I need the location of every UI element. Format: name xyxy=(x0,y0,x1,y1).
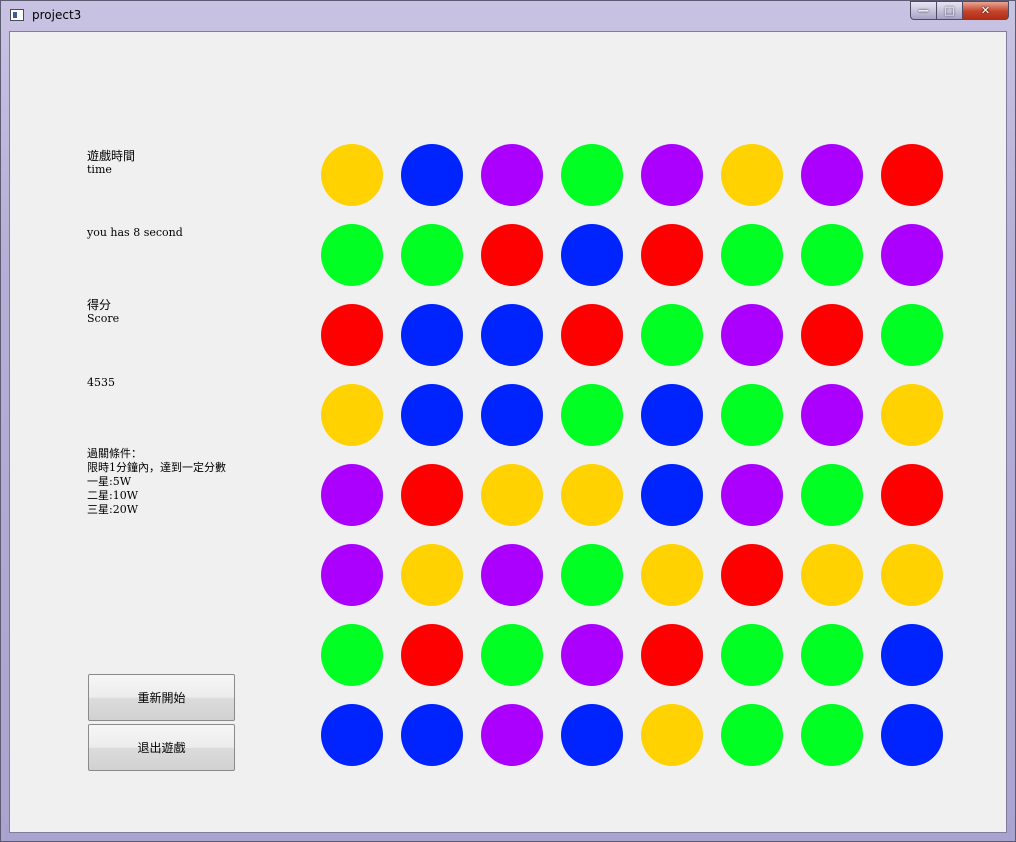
game-dot-blue[interactable] xyxy=(401,144,463,206)
game-dot-green[interactable] xyxy=(641,304,703,366)
game-area: 遊戲時間 time you has 8 second 得分 Score 4535… xyxy=(9,31,1007,833)
game-dot-green[interactable] xyxy=(801,704,863,766)
game-dot-green[interactable] xyxy=(801,224,863,286)
game-dot-yellow[interactable] xyxy=(401,544,463,606)
close-button[interactable]: ✕ xyxy=(963,1,1009,20)
game-dot-green[interactable] xyxy=(721,704,783,766)
app-window: project3 — □ ✕ 遊戲時間 time you has 8 secon… xyxy=(0,0,1016,842)
game-board xyxy=(312,135,952,775)
game-dot-blue[interactable] xyxy=(641,464,703,526)
game-dot-blue[interactable] xyxy=(481,384,543,446)
game-dot-green[interactable] xyxy=(721,224,783,286)
game-dot-blue[interactable] xyxy=(401,304,463,366)
game-dot-purple[interactable] xyxy=(801,384,863,446)
conditions-rule: 限時1分鐘內，達到一定分數 xyxy=(87,461,226,474)
game-dot-yellow[interactable] xyxy=(321,144,383,206)
game-dot-red[interactable] xyxy=(641,224,703,286)
game-dot-red[interactable] xyxy=(801,304,863,366)
title-bar[interactable]: project3 — □ ✕ xyxy=(1,1,1015,31)
game-dot-purple[interactable] xyxy=(641,144,703,206)
game-dot-yellow[interactable] xyxy=(881,544,943,606)
game-dot-purple[interactable] xyxy=(801,144,863,206)
game-dot-green[interactable] xyxy=(801,624,863,686)
game-dot-blue[interactable] xyxy=(881,624,943,686)
game-dot-red[interactable] xyxy=(481,224,543,286)
game-dot-green[interactable] xyxy=(321,224,383,286)
maximize-button[interactable]: □ xyxy=(937,1,963,20)
game-dot-green[interactable] xyxy=(481,624,543,686)
game-dot-purple[interactable] xyxy=(721,464,783,526)
game-dot-green[interactable] xyxy=(401,224,463,286)
game-dot-green[interactable] xyxy=(561,544,623,606)
score-value: 4535 xyxy=(87,376,115,389)
window-controls: — □ ✕ xyxy=(910,1,1009,21)
game-dot-green[interactable] xyxy=(561,384,623,446)
game-dot-yellow[interactable] xyxy=(801,544,863,606)
game-dot-purple[interactable] xyxy=(481,704,543,766)
three-star-threshold: 三星:20W xyxy=(87,503,139,516)
one-star-threshold: 一星:5W xyxy=(87,475,132,488)
score-label-cn: 得分 xyxy=(87,298,112,312)
game-dot-yellow[interactable] xyxy=(641,704,703,766)
window-title: project3 xyxy=(32,8,82,22)
time-label-cn: 遊戲時間 xyxy=(87,149,136,163)
game-dot-yellow[interactable] xyxy=(561,464,623,526)
game-dot-blue[interactable] xyxy=(481,304,543,366)
game-dot-yellow[interactable] xyxy=(321,384,383,446)
game-dot-purple[interactable] xyxy=(321,464,383,526)
game-dot-purple[interactable] xyxy=(481,144,543,206)
game-dot-blue[interactable] xyxy=(561,704,623,766)
game-dot-green[interactable] xyxy=(321,624,383,686)
game-dot-red[interactable] xyxy=(721,544,783,606)
game-dot-red[interactable] xyxy=(401,624,463,686)
game-dot-purple[interactable] xyxy=(881,224,943,286)
game-dot-purple[interactable] xyxy=(721,304,783,366)
game-dot-green[interactable] xyxy=(881,304,943,366)
game-dot-red[interactable] xyxy=(321,304,383,366)
score-label-en: Score xyxy=(87,312,120,325)
time-remaining: you has 8 second xyxy=(87,226,183,239)
game-dot-red[interactable] xyxy=(401,464,463,526)
game-dot-yellow[interactable] xyxy=(641,544,703,606)
game-dot-green[interactable] xyxy=(721,384,783,446)
maximize-icon: □ xyxy=(944,4,955,17)
quit-button[interactable]: 退出遊戲 xyxy=(88,724,235,771)
conditions-title: 過關條件： xyxy=(87,447,142,460)
app-icon xyxy=(10,9,24,21)
game-dot-purple[interactable] xyxy=(321,544,383,606)
game-dot-purple[interactable] xyxy=(561,624,623,686)
game-dot-blue[interactable] xyxy=(401,704,463,766)
game-dot-blue[interactable] xyxy=(401,384,463,446)
game-dot-green[interactable] xyxy=(561,144,623,206)
game-dot-red[interactable] xyxy=(561,304,623,366)
pass-conditions: 過關條件： 限時1分鐘內，達到一定分數 一星:5W 二星:10W 三星:20W xyxy=(87,447,226,517)
game-dot-red[interactable] xyxy=(641,624,703,686)
game-dot-blue[interactable] xyxy=(641,384,703,446)
game-dot-yellow[interactable] xyxy=(481,464,543,526)
game-dot-blue[interactable] xyxy=(321,704,383,766)
game-dot-blue[interactable] xyxy=(561,224,623,286)
two-star-threshold: 二星:10W xyxy=(87,489,139,502)
time-label-en: time xyxy=(87,163,112,176)
game-dot-red[interactable] xyxy=(881,144,943,206)
game-dot-green[interactable] xyxy=(801,464,863,526)
game-dot-blue[interactable] xyxy=(881,704,943,766)
close-icon: ✕ xyxy=(980,4,991,17)
game-dot-green[interactable] xyxy=(721,624,783,686)
minimize-button[interactable]: — xyxy=(910,1,937,20)
minimize-icon: — xyxy=(918,4,929,17)
game-dot-red[interactable] xyxy=(881,464,943,526)
game-dot-purple[interactable] xyxy=(481,544,543,606)
restart-button[interactable]: 重新開始 xyxy=(88,674,235,721)
game-dot-yellow[interactable] xyxy=(881,384,943,446)
game-dot-yellow[interactable] xyxy=(721,144,783,206)
